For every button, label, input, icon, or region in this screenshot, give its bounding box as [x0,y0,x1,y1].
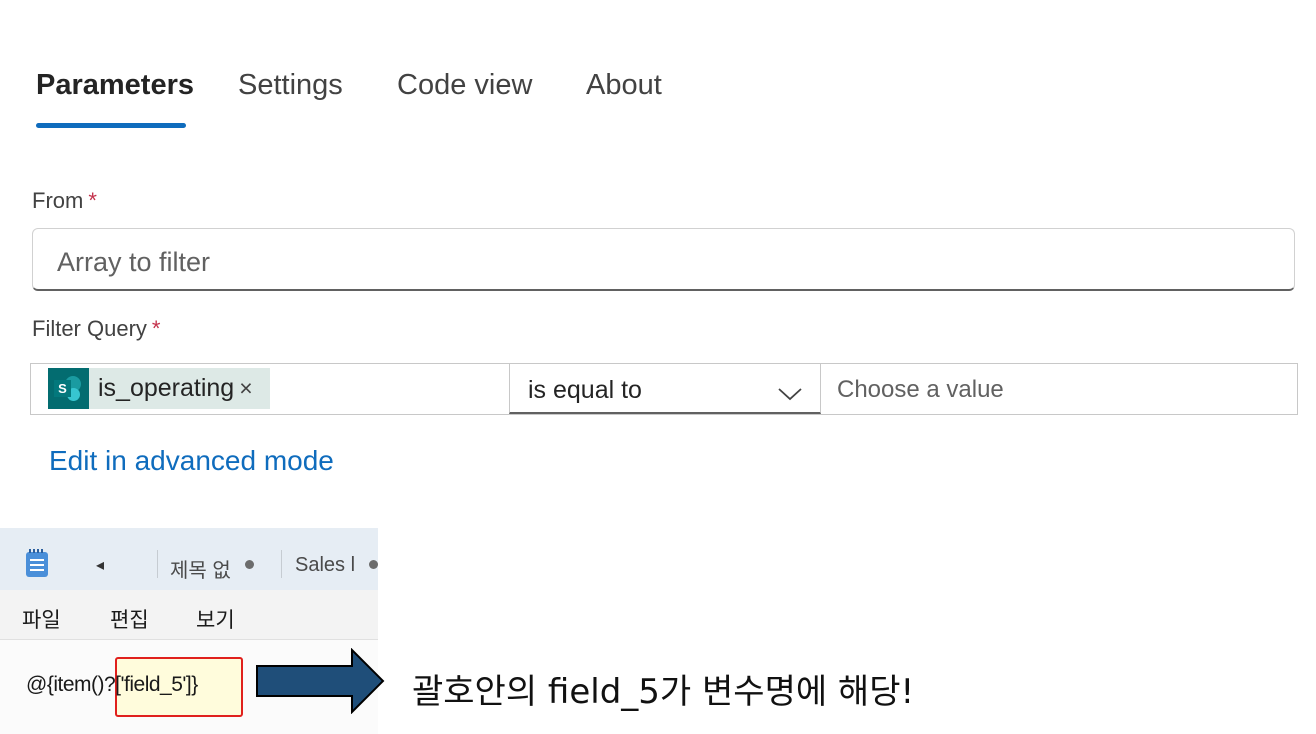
menu-edit[interactable]: 편집 [110,604,149,634]
chevron-down-icon [778,388,802,401]
active-tab-indicator [36,123,186,128]
tab-settings[interactable]: Settings [238,66,343,104]
code-highlight: ?['field_5'] [104,673,192,696]
menu-view[interactable]: 보기 [196,604,235,634]
from-input-placeholder: Array to filter [57,247,211,277]
filter-query-row: S is_operating × is equal to Choose a va… [30,363,1298,415]
menu-file[interactable]: 파일 [22,604,61,634]
dynamic-content-token[interactable]: S is_operating × [48,368,270,409]
notepad-menu-bar: 파일 편집 보기 [0,590,378,640]
filter-value-placeholder: Choose a value [837,376,1004,403]
required-mark: * [151,316,161,341]
sharepoint-icon-letter: S [54,380,71,397]
required-mark: * [88,188,97,213]
edit-advanced-mode-link[interactable]: Edit in advanced mode [49,445,334,477]
tab-scroll-left-icon[interactable]: ◂ [96,555,104,575]
unsaved-dot-icon [369,560,378,569]
sharepoint-icon: S [48,368,89,409]
notepad-icon [26,549,48,577]
code-suffix: } [191,673,198,696]
from-label-text: From [32,188,84,213]
filter-value-input[interactable]: Choose a value [821,364,1297,414]
notepad-content: @{item()?['field_5']} [26,673,198,697]
tab-code-view[interactable]: Code view [397,66,532,104]
filter-query-label-text: Filter Query [32,316,147,341]
from-label: From * [32,188,97,214]
notepad-tab-untitled[interactable]: 제목 없 [170,554,231,583]
from-input[interactable]: Array to filter [32,228,1295,291]
filter-query-label: Filter Query * [32,316,160,342]
tab-about[interactable]: About [586,66,662,104]
filter-query-left-operand[interactable]: S is_operating × [31,364,509,414]
tab-divider [281,550,282,578]
token-label: is_operating [98,374,235,402]
unsaved-dot-icon [245,560,254,569]
code-prefix: @{item() [26,673,105,696]
tab-parameters[interactable]: Parameters [36,66,194,104]
notepad-tab-bar: ◂ 제목 없 Sales l [0,528,378,590]
notepad-tab-sales[interactable]: Sales l [295,554,355,577]
right-arrow-icon [256,648,385,714]
token-remove-button[interactable]: × [239,375,252,402]
annotation-text: 괄호안의 field_5가 변수명에 해당! [412,672,915,712]
operator-value: is equal to [528,376,642,404]
operator-dropdown[interactable]: is equal to [509,364,821,414]
tab-divider [157,550,158,578]
